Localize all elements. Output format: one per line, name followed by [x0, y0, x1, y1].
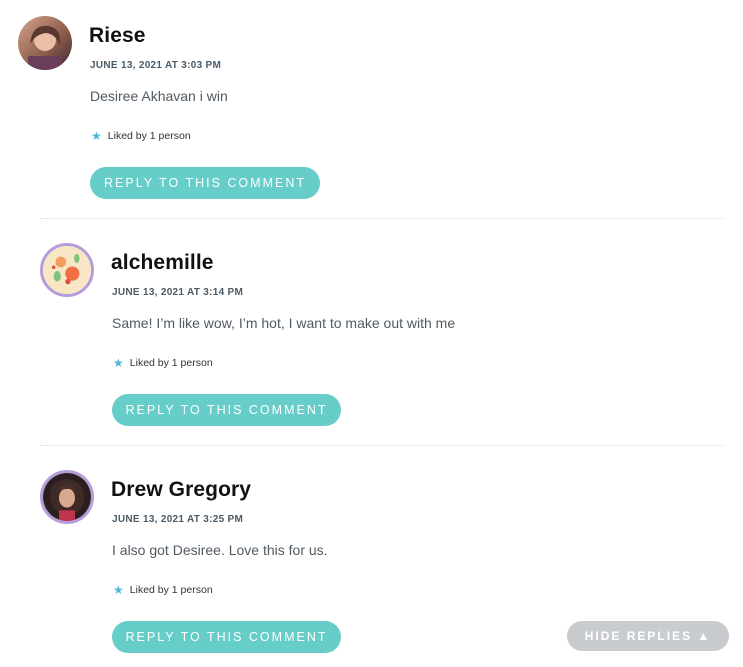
- comment-date[interactable]: JUNE 13, 2021 AT 3:14 PM: [112, 287, 243, 298]
- comment-author[interactable]: Drew Gregory: [111, 478, 251, 502]
- avatar[interactable]: [40, 243, 94, 297]
- reply-button[interactable]: REPLY TO THIS COMMENT: [112, 394, 341, 426]
- likes-label[interactable]: Liked by 1 person: [130, 357, 213, 369]
- comment-text: Desiree Akhavan i win: [90, 88, 228, 104]
- comment-author[interactable]: Riese: [89, 24, 146, 48]
- avatar-image-riese: [18, 16, 72, 70]
- comment-divider: [40, 445, 724, 446]
- likes-indicator: ★ Liked by 1 person: [91, 130, 191, 142]
- avatar[interactable]: [18, 16, 72, 70]
- comment-text: Same! I’m like wow, I’m hot, I want to m…: [112, 315, 456, 331]
- comment-text: I also got Desiree. Love this for us.: [112, 542, 328, 558]
- star-icon: ★: [113, 356, 124, 370]
- avatar[interactable]: [40, 470, 94, 524]
- reply-button[interactable]: REPLY TO THIS COMMENT: [90, 167, 320, 199]
- comment-date[interactable]: JUNE 13, 2021 AT 3:03 PM: [90, 60, 221, 71]
- likes-label[interactable]: Liked by 1 person: [108, 130, 191, 142]
- star-icon: ★: [91, 129, 102, 143]
- likes-label[interactable]: Liked by 1 person: [130, 584, 213, 596]
- likes-indicator: ★ Liked by 1 person: [113, 357, 213, 369]
- avatar-image-alchemille: [43, 246, 91, 294]
- comment-divider: [40, 218, 724, 219]
- avatar-image-drew-gregory: [43, 473, 91, 521]
- likes-indicator: ★ Liked by 1 person: [113, 584, 213, 596]
- comment-date[interactable]: JUNE 13, 2021 AT 3:25 PM: [112, 514, 243, 525]
- star-icon: ★: [113, 583, 124, 597]
- reply-button[interactable]: REPLY TO THIS COMMENT: [112, 621, 341, 653]
- hide-replies-button[interactable]: HIDE REPLIES ▲: [567, 621, 729, 651]
- comment-author[interactable]: alchemille: [111, 251, 214, 275]
